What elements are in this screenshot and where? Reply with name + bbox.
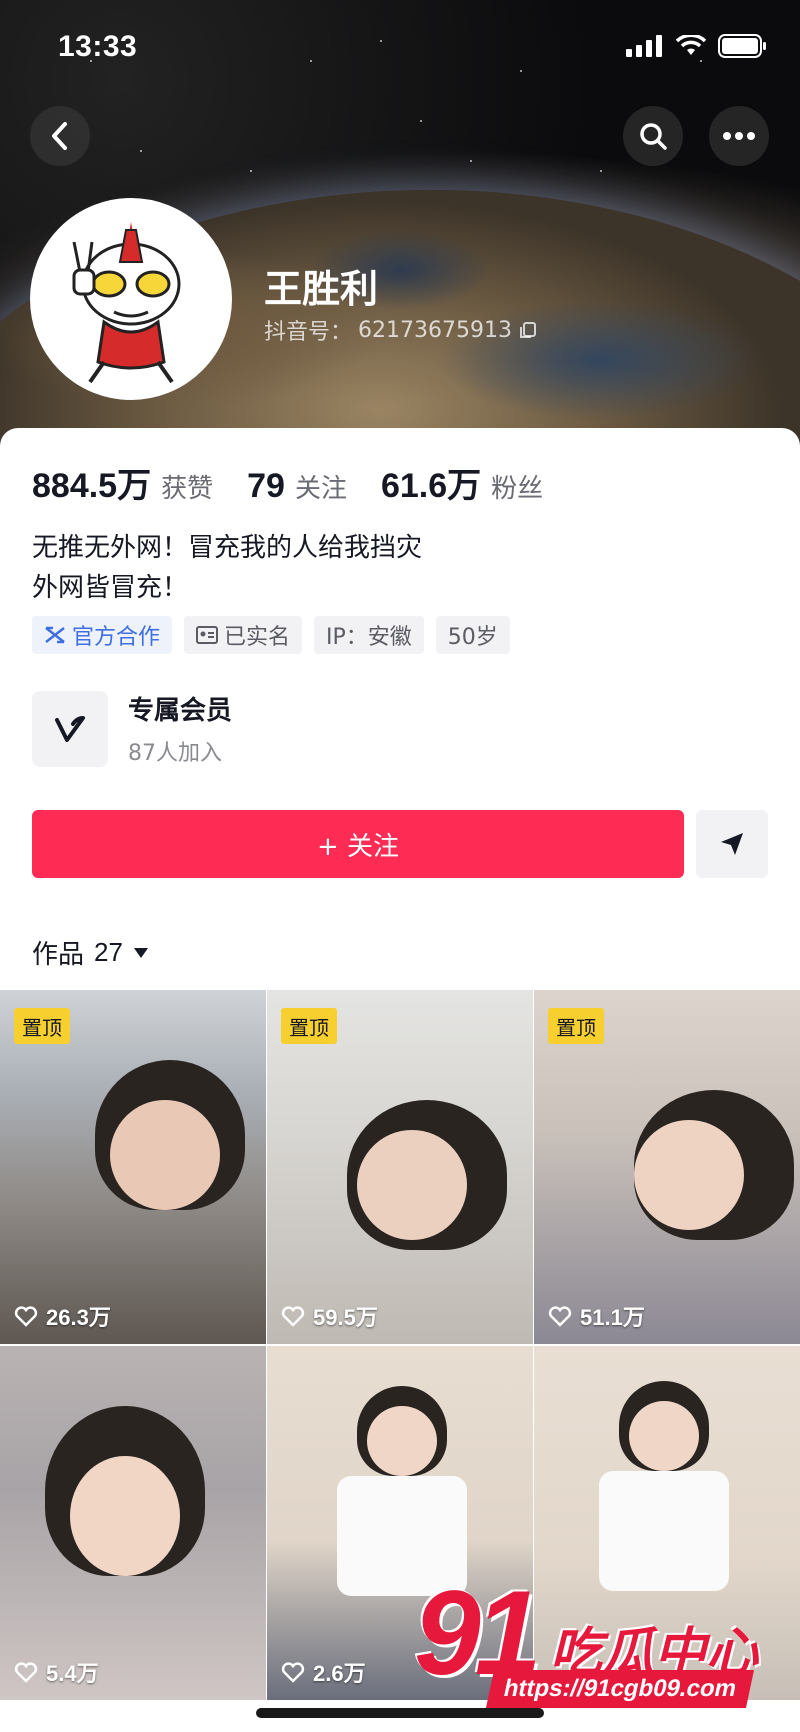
- avatar[interactable]: [30, 198, 232, 400]
- like-count-value: 59.5万: [313, 1305, 378, 1330]
- pinned-badge: 置顶: [14, 1008, 70, 1044]
- stat-number: 61.6万: [380, 467, 482, 505]
- stat-number: 79: [247, 467, 285, 505]
- stat-following[interactable]: 79 关注: [247, 467, 347, 506]
- video-thumbnail[interactable]: 置顶 51.1万: [534, 990, 800, 1344]
- more-button[interactable]: [709, 106, 769, 166]
- wifi-icon: [676, 35, 706, 55]
- vip-title: 专属会员: [128, 696, 233, 726]
- send-icon: [721, 833, 743, 855]
- copy-icon[interactable]: [518, 320, 538, 340]
- chevron-left-icon: [52, 122, 67, 150]
- uid-value: 62173675913: [358, 317, 512, 343]
- official-partner-icon: [45, 626, 65, 644]
- bio-line: 无推无外网！冒充我的人给我挡灾: [32, 533, 423, 563]
- like-count: 2.6万: [281, 1656, 366, 1688]
- status-bar: 13:33: [0, 0, 800, 96]
- like-count: 51.1万: [548, 1300, 645, 1332]
- vip-subtitle: 87人加入: [128, 741, 222, 766]
- face-shape: [367, 1406, 437, 1476]
- cellular-signal-icon: [626, 35, 662, 57]
- stat-number: 884.5万: [32, 467, 152, 505]
- caret-down-icon: [133, 947, 148, 958]
- heart-icon: [548, 1306, 572, 1327]
- heart-icon: [281, 1662, 305, 1683]
- stat-label: 粉丝: [491, 474, 544, 504]
- ip-tag: IP：安徽: [314, 616, 424, 654]
- works-tab[interactable]: 作品 27: [32, 934, 149, 971]
- stat-followers[interactable]: 61.6万 粉丝: [381, 458, 543, 507]
- tag-label: 官方合作: [72, 625, 161, 650]
- search-icon: [640, 123, 667, 150]
- like-count: 5.4万: [14, 1656, 99, 1688]
- watermark: 91 吃瓜中心 https://91cgb09.com: [410, 1566, 790, 1710]
- like-count-value: 51.1万: [580, 1305, 645, 1330]
- verified-tag: 已实名: [184, 616, 303, 654]
- pinned-badge: 置顶: [281, 1008, 337, 1044]
- profile-card: 884.5万 获赞 79 关注 61.6万 粉丝 无推无外网！冒充我的人给我挡灾…: [0, 428, 800, 1732]
- bio-line: 外网皆冒充！: [32, 573, 189, 603]
- like-count-value: 5.4万: [46, 1661, 99, 1686]
- follow-button[interactable]: + 关注: [32, 810, 684, 878]
- works-label: 作品: [32, 940, 85, 970]
- pinned-badge: 置顶: [548, 1008, 604, 1044]
- like-count-value: 2.6万: [313, 1661, 366, 1686]
- profile-name: 王胜利: [264, 267, 379, 311]
- follow-button-label: + 关注: [316, 831, 400, 862]
- face-shape: [110, 1100, 220, 1210]
- tag-label: 50岁: [447, 625, 498, 650]
- like-count-value: 26.3万: [46, 1305, 111, 1330]
- tag-label: 已实名: [224, 625, 291, 650]
- video-thumbnail[interactable]: 5.4万: [0, 1346, 266, 1700]
- stat-label: 关注: [294, 474, 347, 504]
- profile-bio: 无推无外网！冒充我的人给我挡灾 外网皆冒充！: [32, 528, 422, 608]
- vip-icon-box: [32, 690, 108, 767]
- like-count: 26.3万: [14, 1300, 111, 1332]
- uid-label: 抖音号：: [264, 320, 353, 345]
- status-time: 13:33: [58, 30, 138, 63]
- home-indicator[interactable]: [256, 1708, 544, 1718]
- official-partner-tag[interactable]: 官方合作: [32, 616, 173, 654]
- video-thumbnail[interactable]: 置顶 59.5万: [267, 990, 533, 1344]
- works-count: 27: [94, 937, 123, 967]
- face-shape: [357, 1130, 467, 1240]
- heart-icon: [14, 1662, 38, 1683]
- heart-icon: [14, 1306, 38, 1327]
- like-count: 59.5万: [281, 1300, 378, 1332]
- exclusive-membership[interactable]: 专属会员 87人加入: [32, 690, 232, 767]
- stats-row: 884.5万 获赞 79 关注 61.6万 粉丝: [32, 458, 577, 507]
- stat-likes[interactable]: 884.5万 获赞: [32, 458, 213, 507]
- search-button[interactable]: [623, 106, 683, 166]
- profile-tags: 官方合作 已实名 IP：安徽 50岁: [32, 616, 510, 654]
- profile-uid: 抖音号： 62173675913: [264, 314, 538, 346]
- id-card-icon: [196, 626, 219, 644]
- more-dots-icon: [723, 132, 755, 140]
- tag-label: IP：安徽: [326, 625, 412, 650]
- share-button[interactable]: [696, 810, 768, 878]
- stat-label: 获赞: [161, 474, 214, 504]
- back-button[interactable]: [30, 106, 90, 166]
- face-shape: [634, 1120, 744, 1230]
- watermark-url: https://91cgb09.com: [485, 1670, 755, 1708]
- battery-icon: [718, 34, 766, 58]
- vip-v-icon: [55, 715, 85, 742]
- face-shape: [70, 1456, 180, 1576]
- face-shape: [629, 1401, 699, 1471]
- ultraman-avatar-image: [34, 202, 228, 396]
- age-tag: 50岁: [435, 616, 510, 654]
- heart-icon: [281, 1306, 305, 1327]
- video-thumbnail[interactable]: 置顶 26.3万: [0, 990, 266, 1344]
